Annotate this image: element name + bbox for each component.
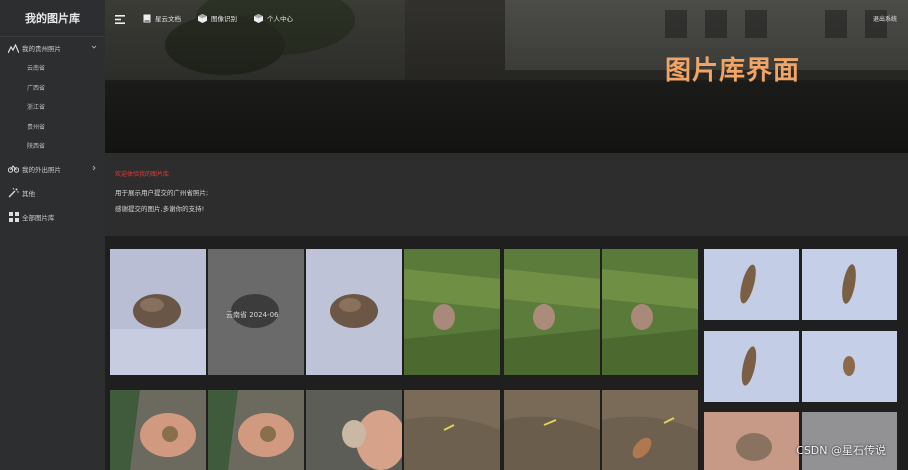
app-logo: 我的图片库 [0,0,105,37]
photo-thumbnail[interactable] [602,390,698,470]
photo-thumbnail[interactable] [802,331,897,402]
photo-thumbnail[interactable] [110,390,206,470]
sidebar-menu: 我的贵州照片 云南省 广西省 浙江省 贵州省 陕西省 我的外出照片 其他 全部图… [0,38,105,227]
sidebar-item-other[interactable]: 其他 [0,183,105,203]
photo-thumbnail[interactable] [404,390,500,470]
photo-thumbnail[interactable] [802,412,897,470]
bicycle-icon [8,163,19,174]
cube-icon [198,13,207,23]
photo-gallery: 云南省 2024-06 [105,236,908,470]
photo-thumbnail[interactable] [704,249,799,320]
book-icon [143,14,151,22]
photo-thumbnail[interactable] [306,249,402,375]
mountain-icon [8,43,19,54]
photo-thumbnail[interactable] [504,249,600,375]
photo-thumbnail[interactable] [504,390,600,470]
sidebar-subitem[interactable]: 浙江省 [0,97,105,117]
menu-toggle-icon[interactable] [115,9,125,28]
photo-thumbnail[interactable] [306,390,402,470]
sidebar-item-outing-photos[interactable]: 我的外出照片 [0,159,105,179]
photo-thumbnail[interactable] [704,412,799,470]
sidebar-subitem[interactable]: 广西省 [0,78,105,98]
csdn-watermark: CSDN @星石传说 [796,444,886,457]
photo-thumbnail[interactable] [208,390,304,470]
cube-icon [254,13,263,23]
sidebar: 我的图片库 我的贵州照片 云南省 广西省 浙江省 贵州省 陕西省 我的外出照片 … [0,0,105,470]
sidebar-item-label: 我的外出照片 [22,165,61,174]
info-panel: 欢迎体验我的图片库 用于展示用户提交的广州省照片; 感谢提交的图片,多谢你的支持… [105,153,908,236]
photo-overlay-caption: 云南省 2024-06 [226,311,279,319]
sidebar-subitem[interactable]: 云南省 [0,58,105,78]
sidebar-item-label: 我的贵州照片 [22,45,61,53]
photo-thumbnail[interactable] [602,249,698,375]
hero-title: 图片库界面 [665,56,801,86]
welcome-notice: 欢迎体验我的图片库 [115,171,170,178]
chevron-right-icon [92,165,96,170]
photo-thumbnail[interactable] [704,331,799,402]
nav-docs-label: 星云文档 [155,15,181,23]
chevron-down-icon [91,45,97,49]
nav-profile-label: 个人中心 [267,15,293,23]
sidebar-item-guizhou-photos[interactable]: 我的贵州照片 [0,38,105,58]
top-navbar: 星云文档 图像识别 个人中心 退出系统 [105,0,908,36]
sidebar-subitem[interactable]: 陕西省 [0,136,105,156]
sidebar-subitem[interactable]: 贵州省 [0,117,105,137]
photo-thumbnail[interactable] [110,249,206,375]
photo-thumbnail[interactable] [802,249,897,320]
sidebar-item-label: 其他 [22,189,35,198]
nav-recognition-label: 图像识别 [211,15,237,23]
info-line-2: 感谢提交的图片,多谢你的支持! [115,205,205,213]
logout-link[interactable]: 退出系统 [873,14,897,23]
sidebar-item-label: 全部图片库 [22,213,55,222]
nav-profile-button[interactable]: 个人中心 [254,13,293,23]
sidebar-item-all-gallery[interactable]: 全部图片库 [0,207,105,227]
nav-recognition-button[interactable]: 图像识别 [198,13,237,23]
nav-docs-button[interactable]: 星云文档 [143,13,181,23]
photo-thumbnail[interactable]: 云南省 2024-06 [208,249,304,375]
grid-icon [8,211,19,222]
photo-thumbnail[interactable] [404,249,500,375]
info-line-1: 用于展示用户提交的广州省照片; [115,189,209,197]
magic-wand-icon [8,187,19,198]
